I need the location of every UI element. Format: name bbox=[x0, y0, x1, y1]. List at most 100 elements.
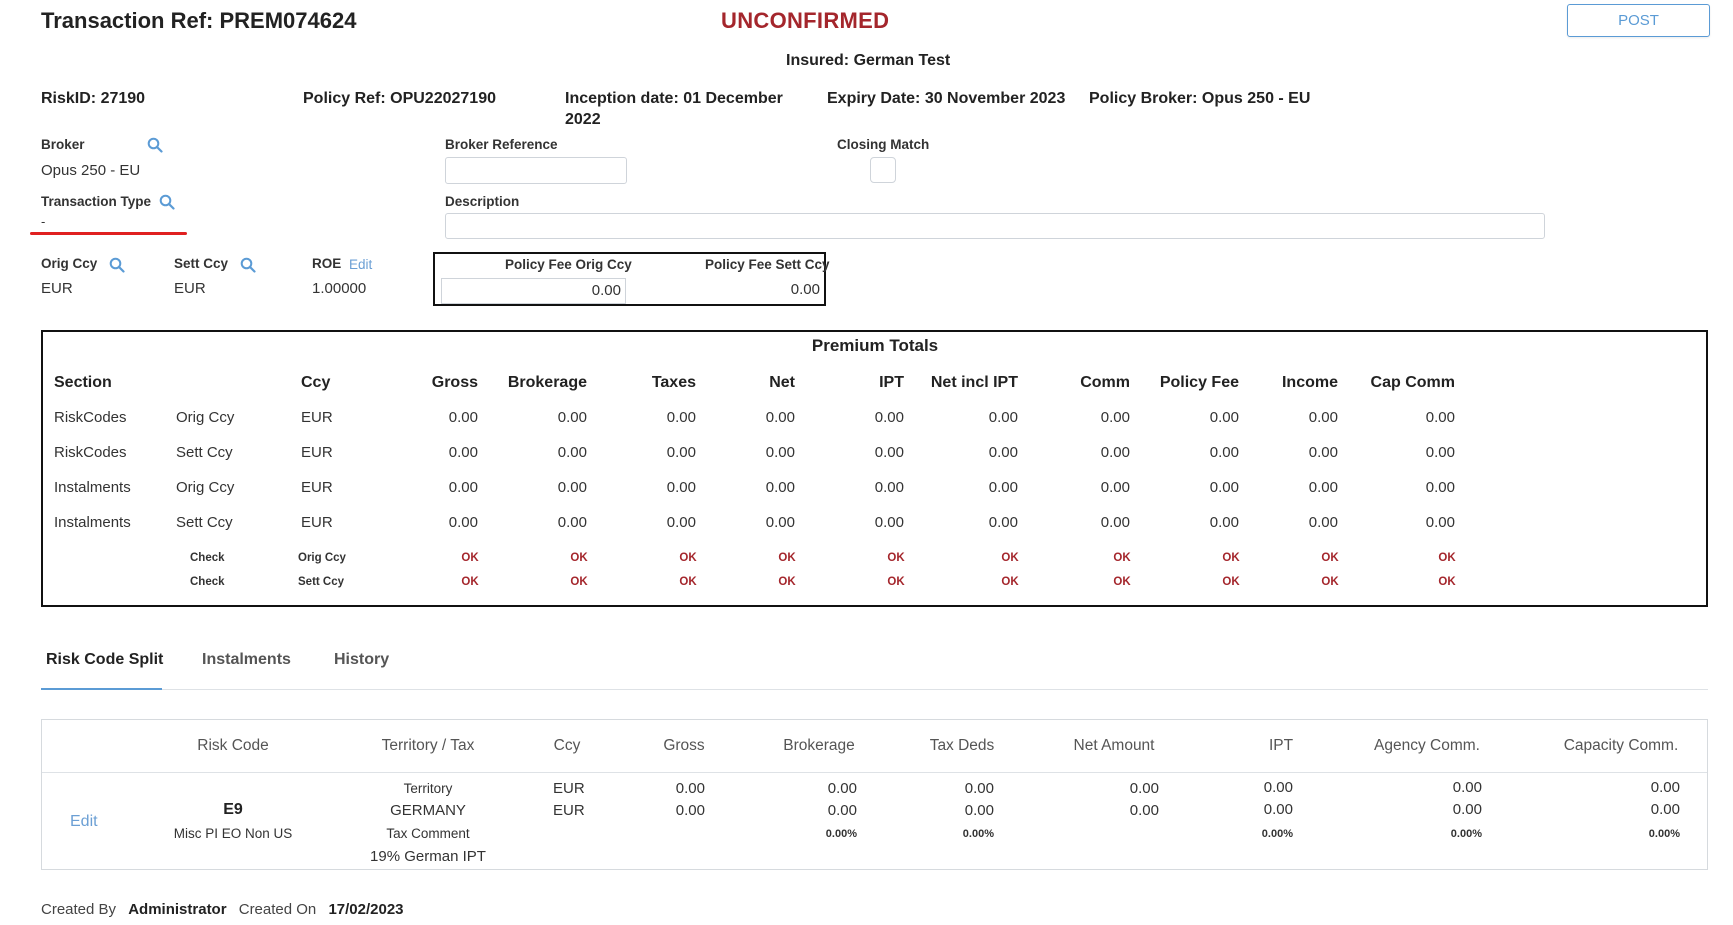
check-ok-status: OK bbox=[679, 552, 697, 564]
page-title: Transaction Ref: PREM074624 bbox=[41, 8, 357, 33]
totals-cell: 0.00 bbox=[557, 444, 587, 461]
insured-name: Insured: German Test bbox=[786, 52, 951, 69]
check-ok-status: OK bbox=[570, 552, 588, 564]
totals-cell: 0.00 bbox=[1209, 409, 1239, 426]
created-info: Created By Administrator Created On 17/0… bbox=[41, 901, 404, 918]
split-header-net-amount: Net Amount bbox=[1073, 737, 1155, 754]
policy-fee-sett-value: 0.00 bbox=[790, 281, 820, 298]
check-ok-status: OK bbox=[778, 576, 796, 588]
split-agency-pct: 0.00% bbox=[1450, 828, 1482, 840]
description-input[interactable] bbox=[445, 213, 1545, 239]
created-by-value: Administrator bbox=[128, 901, 227, 918]
totals-cell: 0.00 bbox=[1100, 409, 1130, 426]
totals-cell: 0.00 bbox=[1425, 409, 1455, 426]
totals-cell: 0.00 bbox=[448, 409, 478, 426]
totals-row-ccy: EUR bbox=[301, 444, 333, 461]
orig-ccy-value: EUR bbox=[41, 280, 73, 297]
totals-cell: 0.00 bbox=[1425, 444, 1455, 461]
check-ok-status: OK bbox=[887, 552, 905, 564]
check-ok-status: OK bbox=[778, 552, 796, 564]
risk-id: RiskID: 27190 bbox=[41, 90, 146, 107]
check-ok-status: OK bbox=[1001, 576, 1019, 588]
inception-date-line1: Inception date: 01 December bbox=[565, 90, 783, 107]
split-taxdeds-pct: 0.00% bbox=[962, 828, 994, 840]
tabs-divider bbox=[41, 689, 1708, 690]
totals-cell: 0.00 bbox=[666, 479, 696, 496]
closing-match-checkbox[interactable] bbox=[870, 157, 896, 183]
check-ccy: Sett Ccy bbox=[298, 576, 345, 588]
split-ccy-2: EUR bbox=[553, 802, 585, 819]
broker-search-icon[interactable] bbox=[147, 137, 163, 153]
check-label: Check bbox=[190, 576, 225, 588]
split-header-capacity-comm: Capacity Comm. bbox=[1563, 737, 1679, 754]
policy-fee-orig-input[interactable]: 0.00 bbox=[441, 278, 626, 304]
check-ok-status: OK bbox=[679, 576, 697, 588]
totals-cell: 0.00 bbox=[557, 409, 587, 426]
policy-fee-sett-label: Policy Fee Sett Ccy bbox=[705, 257, 830, 272]
created-by-label: Created By bbox=[41, 901, 117, 918]
broker-reference-input[interactable] bbox=[445, 157, 627, 184]
split-gross-2: 0.00 bbox=[675, 802, 705, 819]
totals-cell: 0.00 bbox=[1308, 444, 1338, 461]
totals-cell: 0.00 bbox=[765, 409, 795, 426]
totals-cell: 0.00 bbox=[557, 514, 587, 531]
totals-header-cap-comm: Cap Comm bbox=[1370, 374, 1455, 391]
totals-row-section: Instalments bbox=[54, 514, 131, 531]
totals-row-ccy: EUR bbox=[301, 409, 333, 426]
check-ok-status: OK bbox=[1438, 552, 1456, 564]
expiry-date: Expiry Date: 30 November 2023 bbox=[827, 90, 1066, 107]
totals-cell: 0.00 bbox=[1209, 444, 1239, 461]
totals-row-section: RiskCodes bbox=[54, 444, 127, 461]
totals-cell: 0.00 bbox=[874, 444, 904, 461]
orig-ccy-label: Orig Ccy bbox=[41, 256, 98, 271]
totals-cell: 0.00 bbox=[988, 444, 1018, 461]
tax-comment-label: Tax Comment bbox=[386, 826, 470, 841]
split-header-divider bbox=[42, 772, 1707, 773]
totals-cell: 0.00 bbox=[1209, 514, 1239, 531]
split-taxdeds-2: 0.00 bbox=[964, 802, 994, 819]
split-brokerage-1: 0.00 bbox=[827, 780, 857, 797]
tab-instalments[interactable]: Instalments bbox=[202, 651, 291, 669]
split-ipt-2: 0.00 bbox=[1263, 801, 1293, 818]
check-ccy: Orig Ccy bbox=[298, 552, 346, 564]
tab-risk-code-split[interactable]: Risk Code Split bbox=[46, 651, 163, 669]
totals-cell: 0.00 bbox=[988, 479, 1018, 496]
post-button[interactable]: POST bbox=[1567, 4, 1710, 37]
roe-edit-link[interactable]: Edit bbox=[349, 257, 372, 272]
split-net-1: 0.00 bbox=[1129, 780, 1159, 797]
split-ipt-1: 0.00 bbox=[1263, 779, 1293, 796]
totals-cell: 0.00 bbox=[1308, 514, 1338, 531]
totals-cell: 0.00 bbox=[1425, 514, 1455, 531]
split-header-agency-comm: Agency Comm. bbox=[1374, 737, 1480, 754]
totals-cell: 0.00 bbox=[765, 479, 795, 496]
policy-ref: Policy Ref: OPU22027190 bbox=[303, 90, 496, 107]
check-ok-status: OK bbox=[1222, 576, 1240, 588]
totals-row-section: Instalments bbox=[54, 479, 131, 496]
totals-cell: 0.00 bbox=[988, 409, 1018, 426]
totals-cell: 0.00 bbox=[1308, 479, 1338, 496]
totals-row-ccy: EUR bbox=[301, 479, 333, 496]
totals-cell: 0.00 bbox=[1425, 479, 1455, 496]
totals-row-type: Sett Ccy bbox=[176, 514, 233, 531]
transaction-type-underline bbox=[30, 232, 187, 235]
sett-ccy-search-icon[interactable] bbox=[240, 257, 256, 273]
transaction-type-search-icon[interactable] bbox=[159, 194, 175, 210]
totals-cell: 0.00 bbox=[1100, 444, 1130, 461]
tab-history[interactable]: History bbox=[334, 651, 389, 669]
roe-label: ROE bbox=[312, 256, 342, 271]
totals-row-ccy: EUR bbox=[301, 514, 333, 531]
split-header-risk-code: Risk Code bbox=[197, 737, 269, 754]
totals-row-section: RiskCodes bbox=[54, 409, 127, 426]
orig-ccy-search-icon[interactable] bbox=[109, 257, 125, 273]
premium-totals-box bbox=[41, 330, 1708, 607]
sett-ccy-label: Sett Ccy bbox=[174, 256, 229, 271]
totals-cell: 0.00 bbox=[1209, 479, 1239, 496]
totals-cell: 0.00 bbox=[666, 409, 696, 426]
totals-cell: 0.00 bbox=[557, 479, 587, 496]
created-on-value: 17/02/2023 bbox=[328, 901, 404, 918]
split-ipt-pct: 0.00% bbox=[1261, 828, 1293, 840]
check-ok-status: OK bbox=[1438, 576, 1456, 588]
split-capacity-1: 0.00 bbox=[1650, 779, 1680, 796]
totals-cell: 0.00 bbox=[874, 409, 904, 426]
check-ok-status: OK bbox=[1321, 552, 1339, 564]
